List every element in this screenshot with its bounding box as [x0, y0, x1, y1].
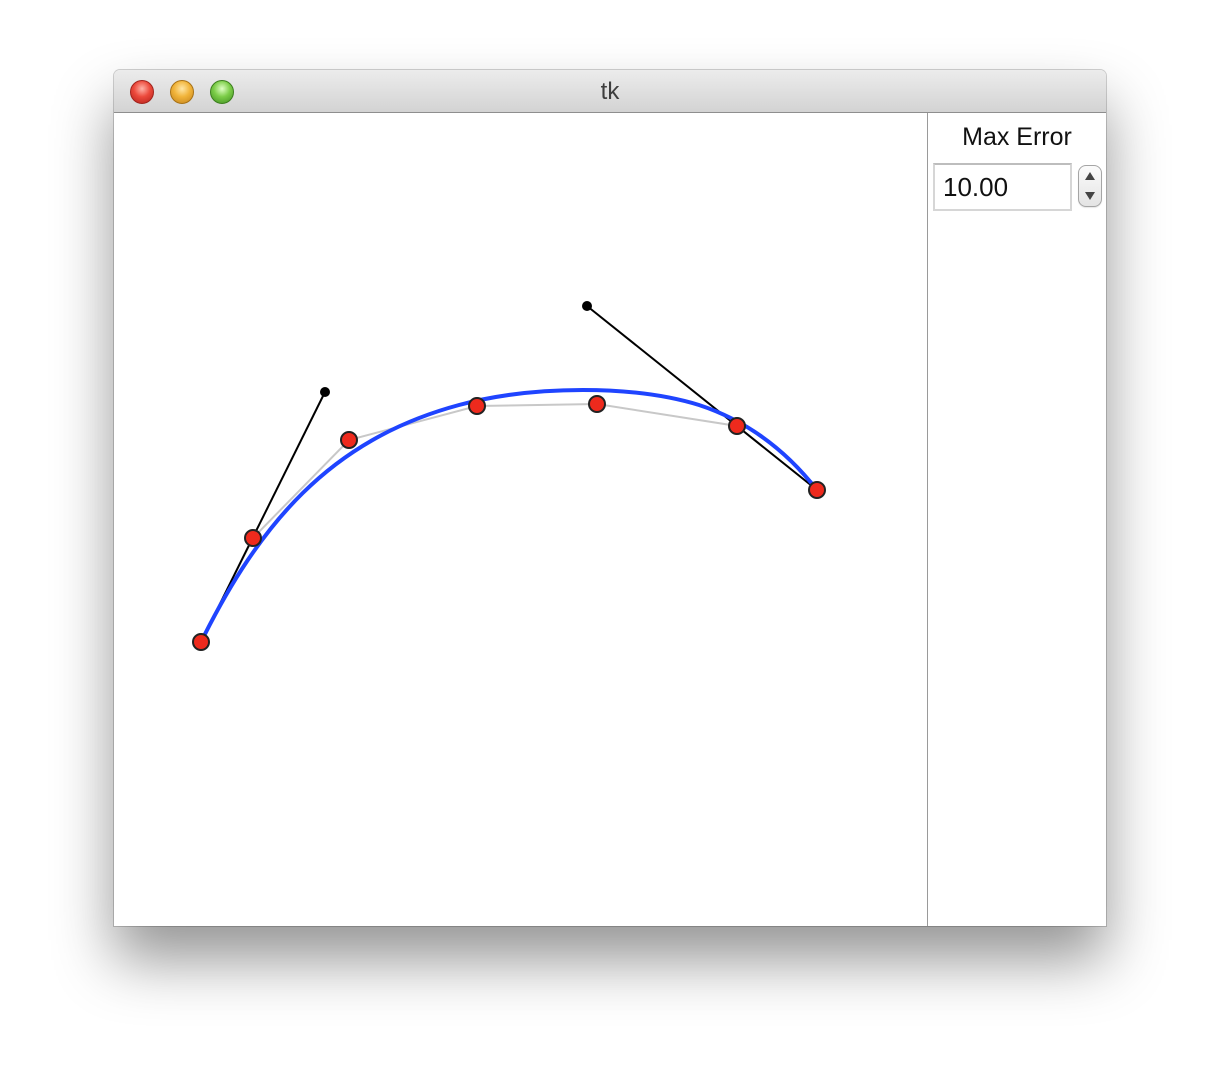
window-title: tk [600, 78, 620, 105]
sample-point[interactable] [588, 395, 606, 413]
curve-fit-drawing [192, 301, 826, 651]
app-window: tk Max Error [114, 70, 1106, 926]
max-error-label: Max Error [962, 123, 1072, 151]
arrow-up-icon [1085, 172, 1095, 180]
arrow-down-icon [1085, 192, 1095, 200]
sample-point[interactable] [468, 397, 486, 415]
drawing-canvas[interactable] [114, 113, 927, 926]
start-tangent-handle[interactable] [320, 387, 330, 397]
max-error-spinbox-buttons[interactable] [1078, 165, 1102, 207]
increment-button[interactable] [1079, 166, 1101, 186]
sample-point[interactable] [192, 633, 210, 651]
sample-point[interactable] [244, 529, 262, 547]
input-polyline [200, 402, 818, 643]
sample-point[interactable] [340, 431, 358, 449]
side-panel: Max Error [927, 113, 1106, 926]
sample-point[interactable] [808, 481, 826, 499]
end-tangent-handle[interactable] [582, 301, 592, 311]
title-bar[interactable]: tk [114, 70, 1106, 113]
max-error-input[interactable] [933, 163, 1072, 211]
end-tangent-line [586, 305, 818, 491]
fitted-bezier-curve [199, 388, 819, 644]
sample-point[interactable] [728, 417, 746, 435]
decrement-button[interactable] [1079, 186, 1101, 206]
